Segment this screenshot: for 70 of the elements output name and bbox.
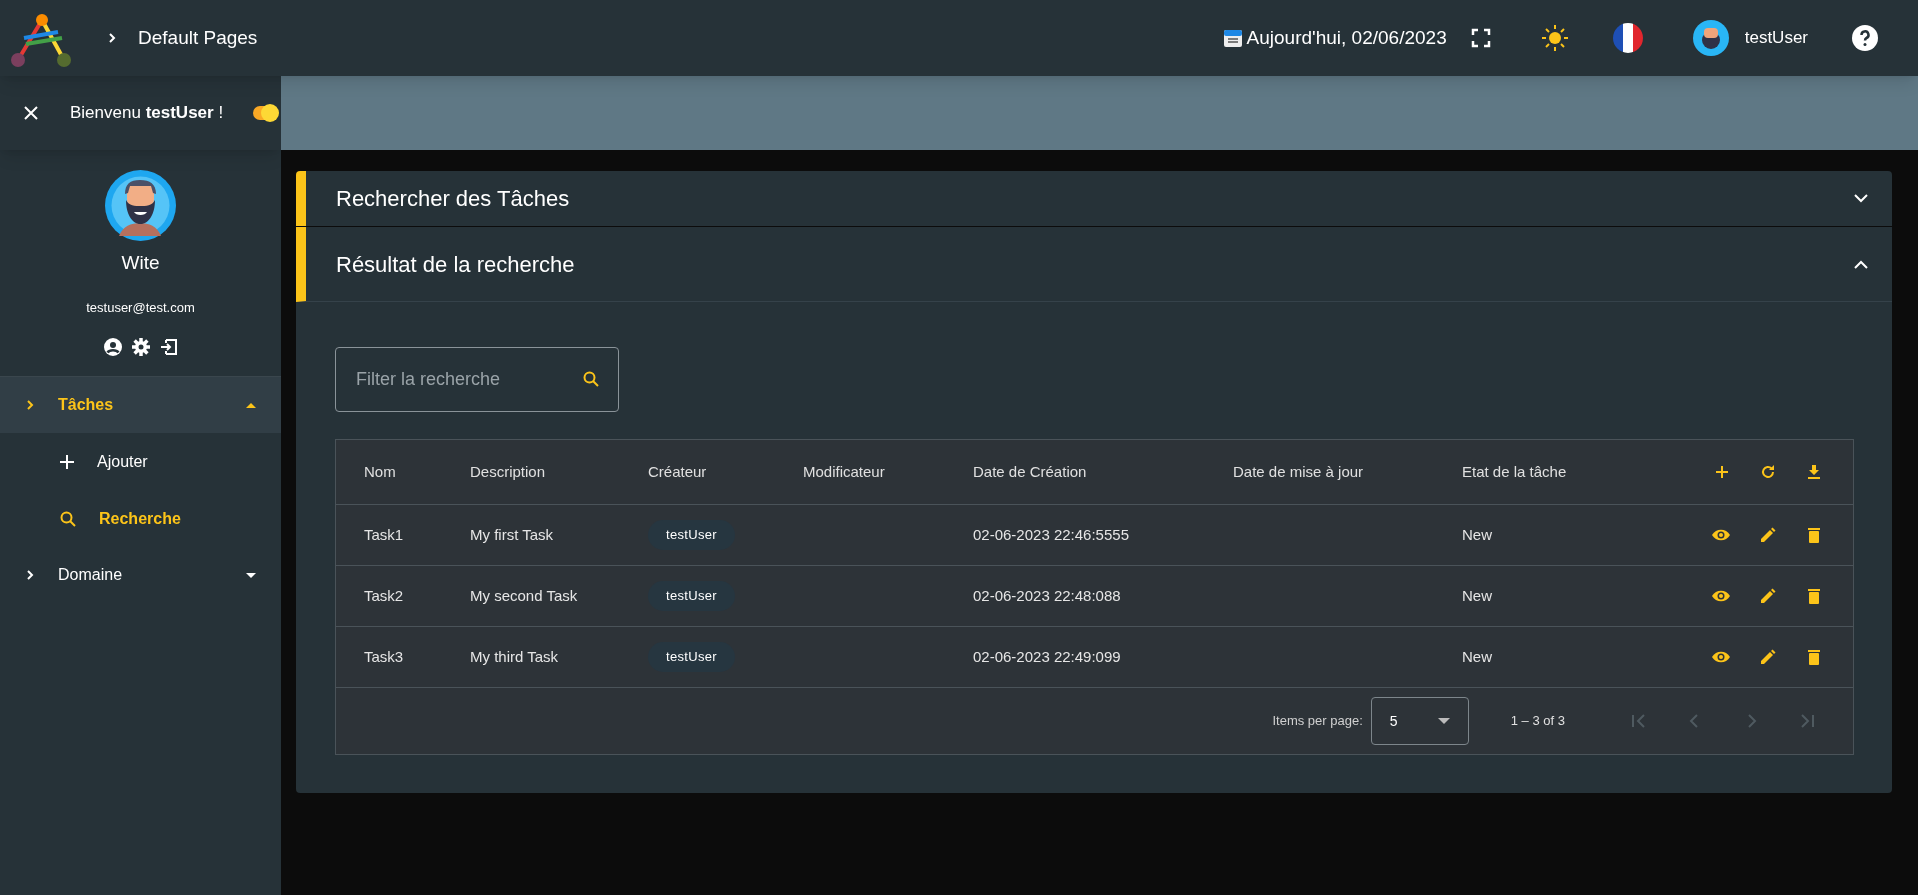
plus-icon [60,454,74,469]
chevron-right-icon [106,32,118,44]
settings-icon[interactable] [130,337,151,357]
table-cell: 02-06-2023 22:46:5555 [973,526,1129,543]
table-cell: 02-06-2023 22:49:099 [973,648,1121,665]
refresh-icon[interactable] [1759,463,1777,481]
table-cell: Task1 [364,526,404,543]
table-cell: My second Task [470,587,578,604]
table-cell: My first Task [470,526,554,543]
column-header: Etat de la tâche [1462,461,1568,482]
panel-header[interactable]: Résultat de la recherche [296,227,1892,302]
creator-chip: testUser [648,520,735,550]
chevron-right-icon [24,399,36,411]
column-header: Créateur [648,461,708,482]
profile-email: testuser@test.com [86,298,195,317]
submenu-item[interactable]: Recherche [0,490,281,547]
table-cell: New [1462,648,1492,665]
filter-field[interactable]: Filter la recherche [335,347,619,412]
caret-down-icon [245,570,257,580]
creator-chip: testUser [648,642,735,672]
sun-icon[interactable] [1540,24,1569,52]
column-header: Date de Création [973,461,1088,482]
flag-icon[interactable] [1612,23,1643,53]
items-per-page-label: Items per page: [1272,712,1363,731]
page-size-select[interactable]: 5 [1370,697,1469,745]
table-cell: Task2 [364,587,404,604]
pencil-icon[interactable] [1759,587,1777,605]
menu-item[interactable]: Domaine [0,547,281,603]
profile-name: Wite [121,251,160,275]
table-cell: My third Task [470,648,559,665]
close-icon[interactable] [24,106,38,120]
menu-item[interactable]: Tâches [0,377,281,433]
column-header: Date de mise à jour [1233,461,1365,482]
avatar-icon [105,170,176,241]
trash-icon[interactable] [1805,648,1823,666]
logout-icon[interactable] [158,337,179,357]
creator-chip: testUser [648,581,735,611]
submenu-item[interactable]: Ajouter [0,433,281,490]
chevron-up-icon [1854,259,1868,269]
table-cell: New [1462,526,1492,543]
panel-header[interactable]: Rechercher des Tâches [306,171,1892,226]
column-header: Modificateur [803,461,886,482]
caret-up-icon [245,400,257,410]
column-header: Description [470,461,547,482]
trash-icon[interactable] [1805,526,1823,544]
fullscreen-icon[interactable] [1470,28,1491,48]
range-label: 1 – 3 of 3 [1510,712,1565,731]
table-cell: New [1462,587,1492,604]
user-name[interactable]: testUser [1744,25,1808,51]
theme-toggle[interactable] [253,106,277,120]
plus-icon[interactable] [1713,463,1731,481]
breadcrumb[interactable]: Default Pages [138,23,258,53]
search-icon [583,371,599,387]
help-icon[interactable] [1852,25,1878,51]
trash-icon[interactable] [1805,587,1823,605]
caret-down-icon [1437,718,1450,724]
pencil-icon[interactable] [1759,648,1777,666]
calendar-icon [1222,28,1243,48]
chevron-down-icon [1854,194,1868,203]
table-cell: Task3 [364,648,404,665]
avatar-icon[interactable] [1692,20,1729,56]
column-header: Nom [364,461,397,482]
download-icon[interactable] [1805,463,1823,481]
search-icon [60,510,76,527]
chevron-right-icon [24,569,36,581]
table-cell: 02-06-2023 22:48:088 [973,587,1121,604]
date-text: Aujourd'hui, 02/06/2023 [1246,25,1447,50]
greeting-text: Bienvenu testUser ! [70,102,224,125]
pencil-icon[interactable] [1759,526,1777,544]
account-icon[interactable] [102,337,123,357]
